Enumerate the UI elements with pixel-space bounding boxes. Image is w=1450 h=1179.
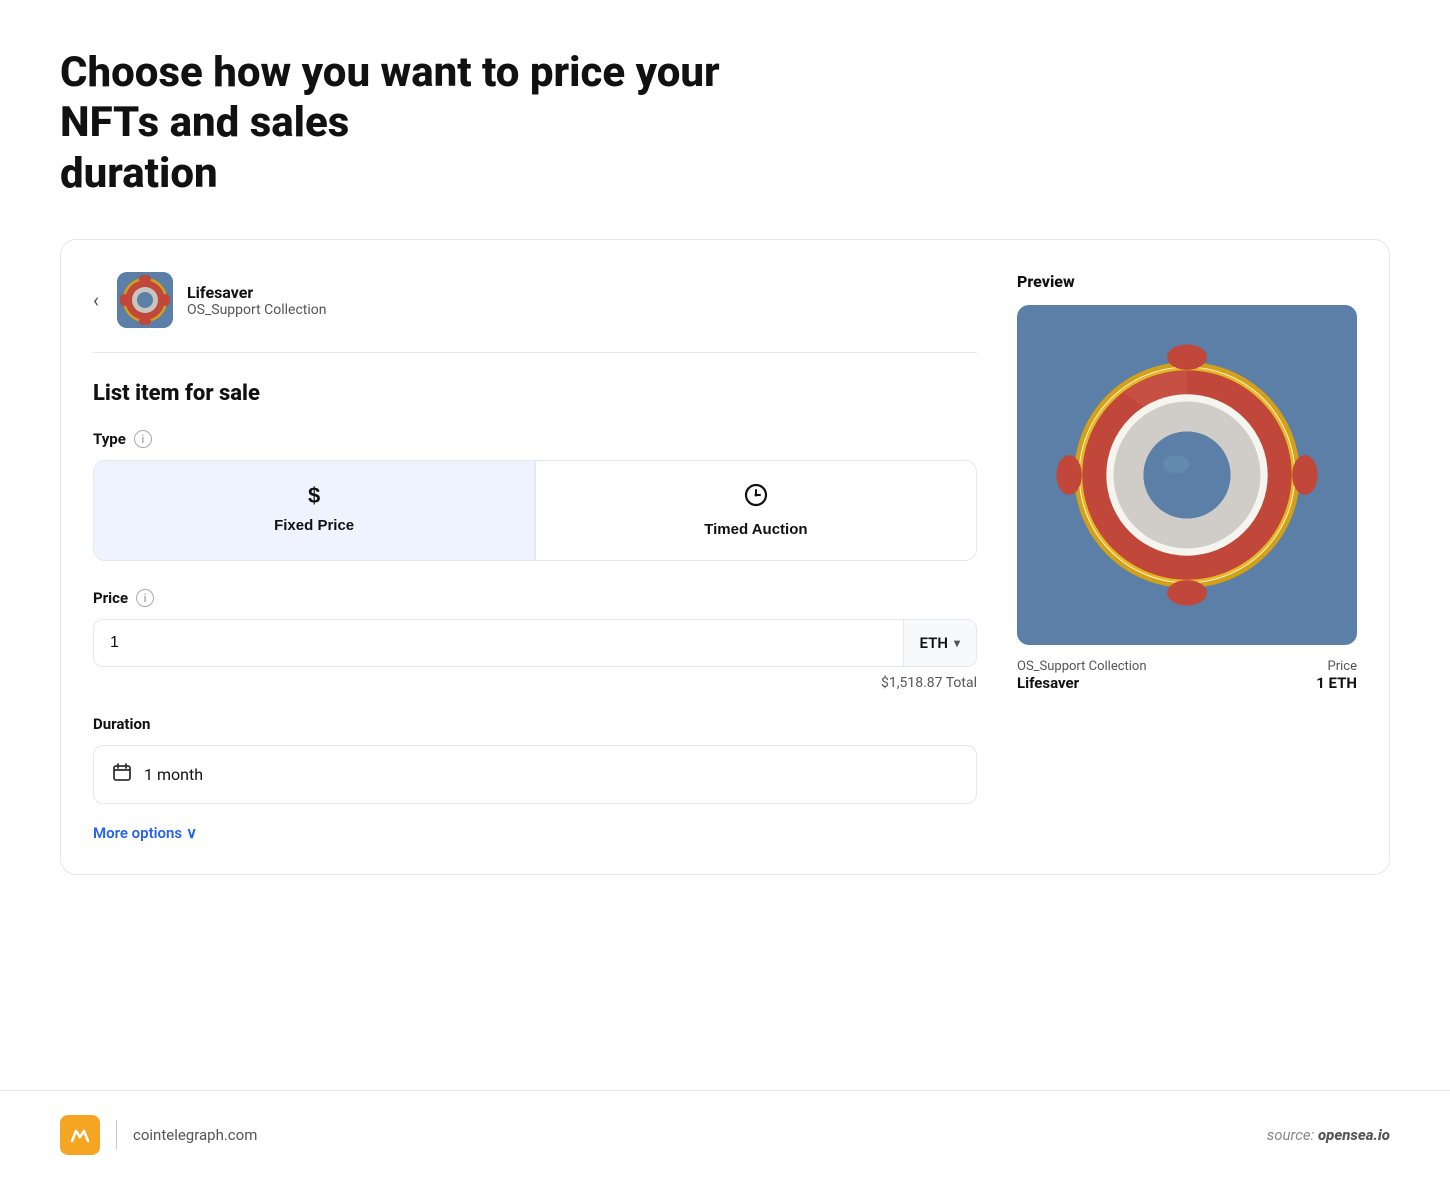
preview-nft-info: OS_Support Collection Lifesaver Price 1 …	[1017, 659, 1357, 692]
price-input-row: ETH ▾	[93, 619, 977, 667]
fixed-price-icon: $	[308, 483, 320, 509]
preview-left-info: OS_Support Collection Lifesaver	[1017, 659, 1147, 692]
currency-select[interactable]: ETH ▾	[903, 620, 976, 666]
price-field-label: Price i	[93, 589, 977, 607]
item-collection: OS_Support Collection	[187, 302, 327, 318]
more-options-chevron-icon: ∨	[186, 824, 197, 842]
preview-title: Preview	[1017, 272, 1357, 291]
item-info: Lifesaver OS_Support Collection	[187, 283, 327, 318]
duration-field-label: Duration	[93, 715, 977, 733]
preview-right-info: Price 1 ETH	[1316, 659, 1357, 692]
fixed-price-option[interactable]: $ Fixed Price	[94, 461, 534, 560]
thumbnail-image	[117, 272, 173, 328]
page-title: Choose how you want to price your NFTs a…	[60, 48, 760, 199]
preview-price-label: Price	[1316, 659, 1357, 674]
currency-chevron-icon: ▾	[954, 636, 960, 650]
type-info-icon[interactable]: i	[134, 430, 152, 448]
section-title: List item for sale	[93, 381, 977, 406]
preview-price-value: 1 ETH	[1316, 674, 1357, 692]
duration-value: 1 month	[144, 765, 203, 784]
type-field-label: Type i	[93, 430, 977, 448]
timed-auction-label: Timed Auction	[704, 521, 807, 538]
more-options-link[interactable]: More options ∨	[93, 824, 977, 842]
price-info-icon[interactable]: i	[136, 589, 154, 607]
footer-site: cointelegraph.com	[133, 1126, 257, 1144]
item-thumbnail	[117, 272, 173, 328]
currency-label: ETH	[920, 634, 948, 652]
preview-name: Lifesaver	[1017, 674, 1147, 692]
preview-image	[1017, 305, 1357, 645]
item-header: ‹	[93, 272, 977, 353]
back-button[interactable]: ‹	[93, 288, 99, 312]
price-input[interactable]	[94, 620, 903, 666]
footer-logo	[60, 1115, 100, 1155]
footer-divider	[116, 1120, 117, 1150]
fixed-price-label: Fixed Price	[274, 517, 354, 534]
timed-auction-option[interactable]: Timed Auction	[536, 461, 976, 560]
price-total: $1,518.87 Total	[93, 675, 977, 691]
footer: cointelegraph.com source: opensea.io	[0, 1090, 1450, 1179]
item-name: Lifesaver	[187, 283, 327, 302]
preview-nft-image	[1051, 339, 1323, 611]
left-panel: ‹	[93, 272, 977, 842]
type-selector: $ Fixed Price Timed Auction	[93, 460, 977, 561]
timed-auction-icon	[744, 483, 768, 513]
footer-source: source: opensea.io	[1267, 1126, 1390, 1144]
calendar-icon	[112, 762, 132, 787]
preview-collection: OS_Support Collection	[1017, 659, 1147, 674]
price-field-wrapper: ETH ▾	[93, 619, 977, 667]
main-card: ‹	[60, 239, 1390, 875]
right-panel: Preview	[1017, 272, 1357, 842]
duration-field[interactable]: 1 month	[93, 745, 977, 804]
